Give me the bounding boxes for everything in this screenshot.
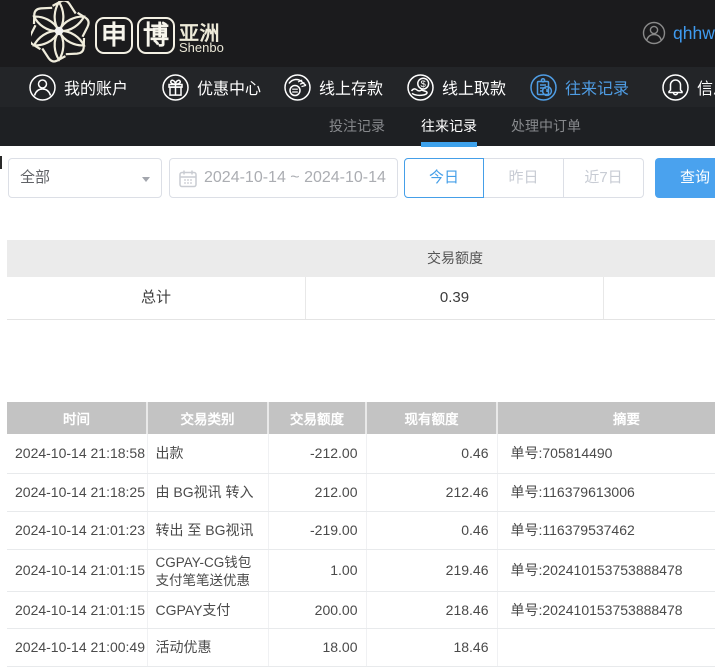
svg-text:$: $: [421, 79, 427, 90]
